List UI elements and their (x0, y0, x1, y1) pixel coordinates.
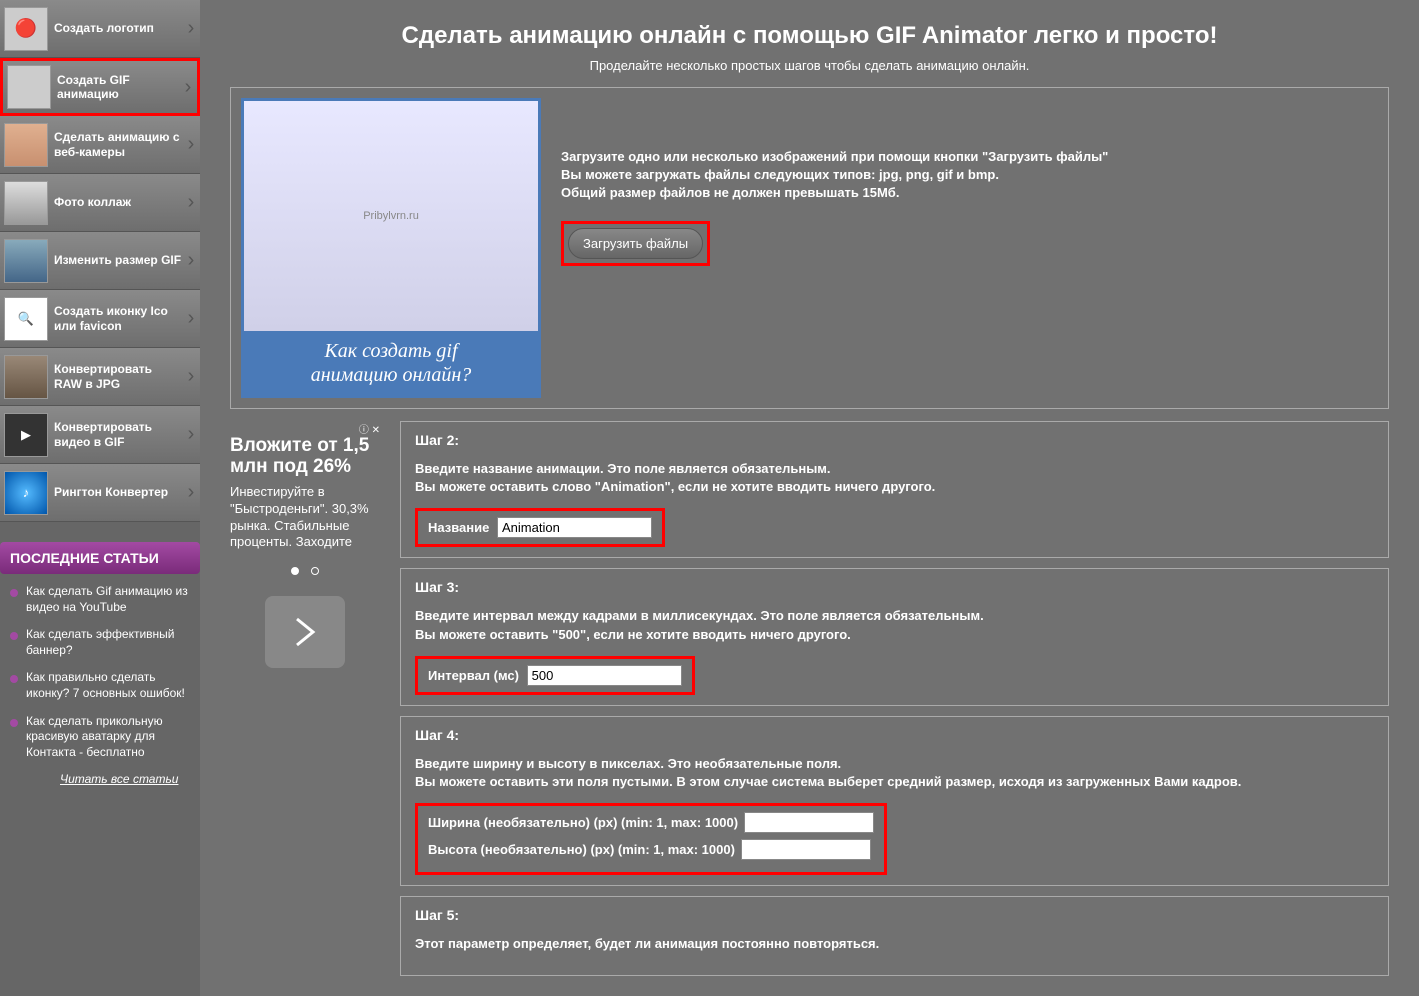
nav-resize-gif[interactable]: Изменить размер GIF › (0, 232, 200, 290)
nav-video-gif[interactable]: ▶ Конвертировать видео в GIF › (0, 406, 200, 464)
collage-icon (4, 181, 48, 225)
bullet-icon (10, 719, 18, 727)
nav-label: Сделать анимацию с веб-камеры (54, 130, 182, 159)
preview-image: Pribylvrn.ru Как создать gif анимацию он… (241, 98, 541, 398)
resize-icon (4, 239, 48, 283)
chevron-right-icon: › (179, 76, 197, 99)
page-title: Сделать анимацию онлайн с помощью GIF An… (230, 22, 1389, 50)
interval-input[interactable] (527, 665, 682, 686)
step-title: Шаг 2: (415, 432, 1374, 448)
nav-webcam-anim[interactable]: Сделать анимацию с веб-камеры › (0, 116, 200, 174)
article-link[interactable]: Как сделать Gif анимацию из видео на You… (26, 584, 190, 615)
nav-label: Конвертировать видео в GIF (54, 420, 182, 449)
chevron-right-icon: › (182, 249, 200, 272)
swirl-icon (7, 65, 51, 109)
name-label: Название (428, 520, 489, 535)
nav-ringtone[interactable]: ♪ Рингтон Конвертер › (0, 464, 200, 522)
nav-label: Создать иконку Ico или favicon (54, 304, 182, 333)
nav-collage[interactable]: Фото коллаж › (0, 174, 200, 232)
upload-button[interactable]: Загрузить файлы (568, 228, 703, 259)
step4-box: Шаг 4: Введите ширину и высоту в пиксела… (400, 716, 1389, 886)
step-description: Введите интервал между кадрами в миллисе… (415, 607, 1374, 643)
nav-label: Рингтон Конвертер (54, 485, 182, 499)
ad-text: Инвестируйте в "Быстроденьги". 30,3% рын… (230, 484, 380, 552)
video-icon: ▶ (4, 413, 48, 457)
step1-box: Pribylvrn.ru Как создать gif анимацию он… (230, 87, 1389, 409)
ad-pagination (230, 563, 380, 578)
article-link[interactable]: Как сделать эффективный баннер? (26, 627, 190, 658)
logo-icon: 🔴 (4, 7, 48, 51)
height-input[interactable] (741, 839, 871, 860)
name-input[interactable] (497, 517, 652, 538)
width-input[interactable] (744, 812, 874, 833)
step2-box: Шаг 2: Введите название анимации. Это по… (400, 421, 1389, 558)
step-description: Введите название анимации. Это поле явля… (415, 460, 1374, 496)
height-label: Высота (необязательно) (px) (min: 1, max… (428, 842, 735, 857)
nav-raw-jpg[interactable]: Конвертировать RAW в JPG › (0, 348, 200, 406)
article-item[interactable]: Как правильно сделать иконку? 7 основных… (10, 670, 190, 701)
dot-indicator[interactable] (311, 567, 319, 575)
ad-info-icon[interactable]: ⓘ ✕ (230, 421, 380, 436)
nav-create-gif[interactable]: Создать GIF анимацию › (0, 58, 200, 116)
width-label: Ширина (необязательно) (px) (min: 1, max… (428, 815, 738, 830)
nav-create-ico[interactable]: 🔍 Создать иконку Ico или favicon › (0, 290, 200, 348)
nav-label: Создать GIF анимацию (57, 73, 179, 102)
dot-indicator[interactable] (291, 567, 299, 575)
sidebar-section-title: ПОСЛЕДНИЕ СТАТЬИ (0, 542, 200, 574)
chevron-right-icon: › (182, 423, 200, 446)
chevron-right-icon: › (182, 481, 200, 504)
page-subtitle: Проделайте несколько простых шагов чтобы… (230, 58, 1389, 73)
raw-icon (4, 355, 48, 399)
step-description: Введите ширину и высоту в пикселах. Это … (415, 755, 1374, 791)
step3-box: Шаг 3: Введите интервал между кадрами в … (400, 568, 1389, 705)
chevron-right-icon: › (182, 133, 200, 156)
nav-label: Изменить размер GIF (54, 253, 182, 267)
article-item[interactable]: Как сделать эффективный баннер? (10, 627, 190, 658)
ad-next-button[interactable] (265, 596, 345, 668)
chevron-right-icon: › (182, 307, 200, 330)
nav-label: Фото коллаж (54, 195, 182, 209)
step-title: Шаг 5: (415, 907, 1374, 923)
article-item[interactable]: Как сделать прикольную красивую аватарку… (10, 714, 190, 761)
bullet-icon (10, 675, 18, 683)
step-title: Шаг 4: (415, 727, 1374, 743)
preview-caption: Как создать gif анимацию онлайн? (244, 331, 538, 395)
chevron-right-icon: › (182, 365, 200, 388)
article-link[interactable]: Как правильно сделать иконку? 7 основных… (26, 670, 190, 701)
nav-create-logo[interactable]: 🔴 Создать логотип › (0, 0, 200, 58)
chevron-right-icon: › (182, 17, 200, 40)
face-icon (4, 123, 48, 167)
nav-label: Создать логотип (54, 21, 182, 35)
ico-icon: 🔍 (4, 297, 48, 341)
article-item[interactable]: Как сделать Gif анимацию из видео на You… (10, 584, 190, 615)
interval-label: Интервал (мс) (428, 668, 519, 683)
arrow-right-icon (293, 617, 317, 647)
read-all-link[interactable]: Читать все статьи (10, 772, 190, 786)
upload-instructions: Загрузите одно или несколько изображений… (561, 148, 1378, 203)
music-icon: ♪ (4, 471, 48, 515)
bullet-icon (10, 632, 18, 640)
step-title: Шаг 3: (415, 579, 1374, 595)
article-link[interactable]: Как сделать прикольную красивую аватарку… (26, 714, 190, 761)
nav-label: Конвертировать RAW в JPG (54, 362, 182, 391)
chevron-right-icon: › (182, 191, 200, 214)
bullet-icon (10, 589, 18, 597)
preview-thumbnail: Pribylvrn.ru (244, 101, 538, 331)
ad-title[interactable]: Вложите от 1,5 млн под 26% (230, 436, 380, 478)
step5-box: Шаг 5: Этот параметр определяет, будет л… (400, 896, 1389, 976)
